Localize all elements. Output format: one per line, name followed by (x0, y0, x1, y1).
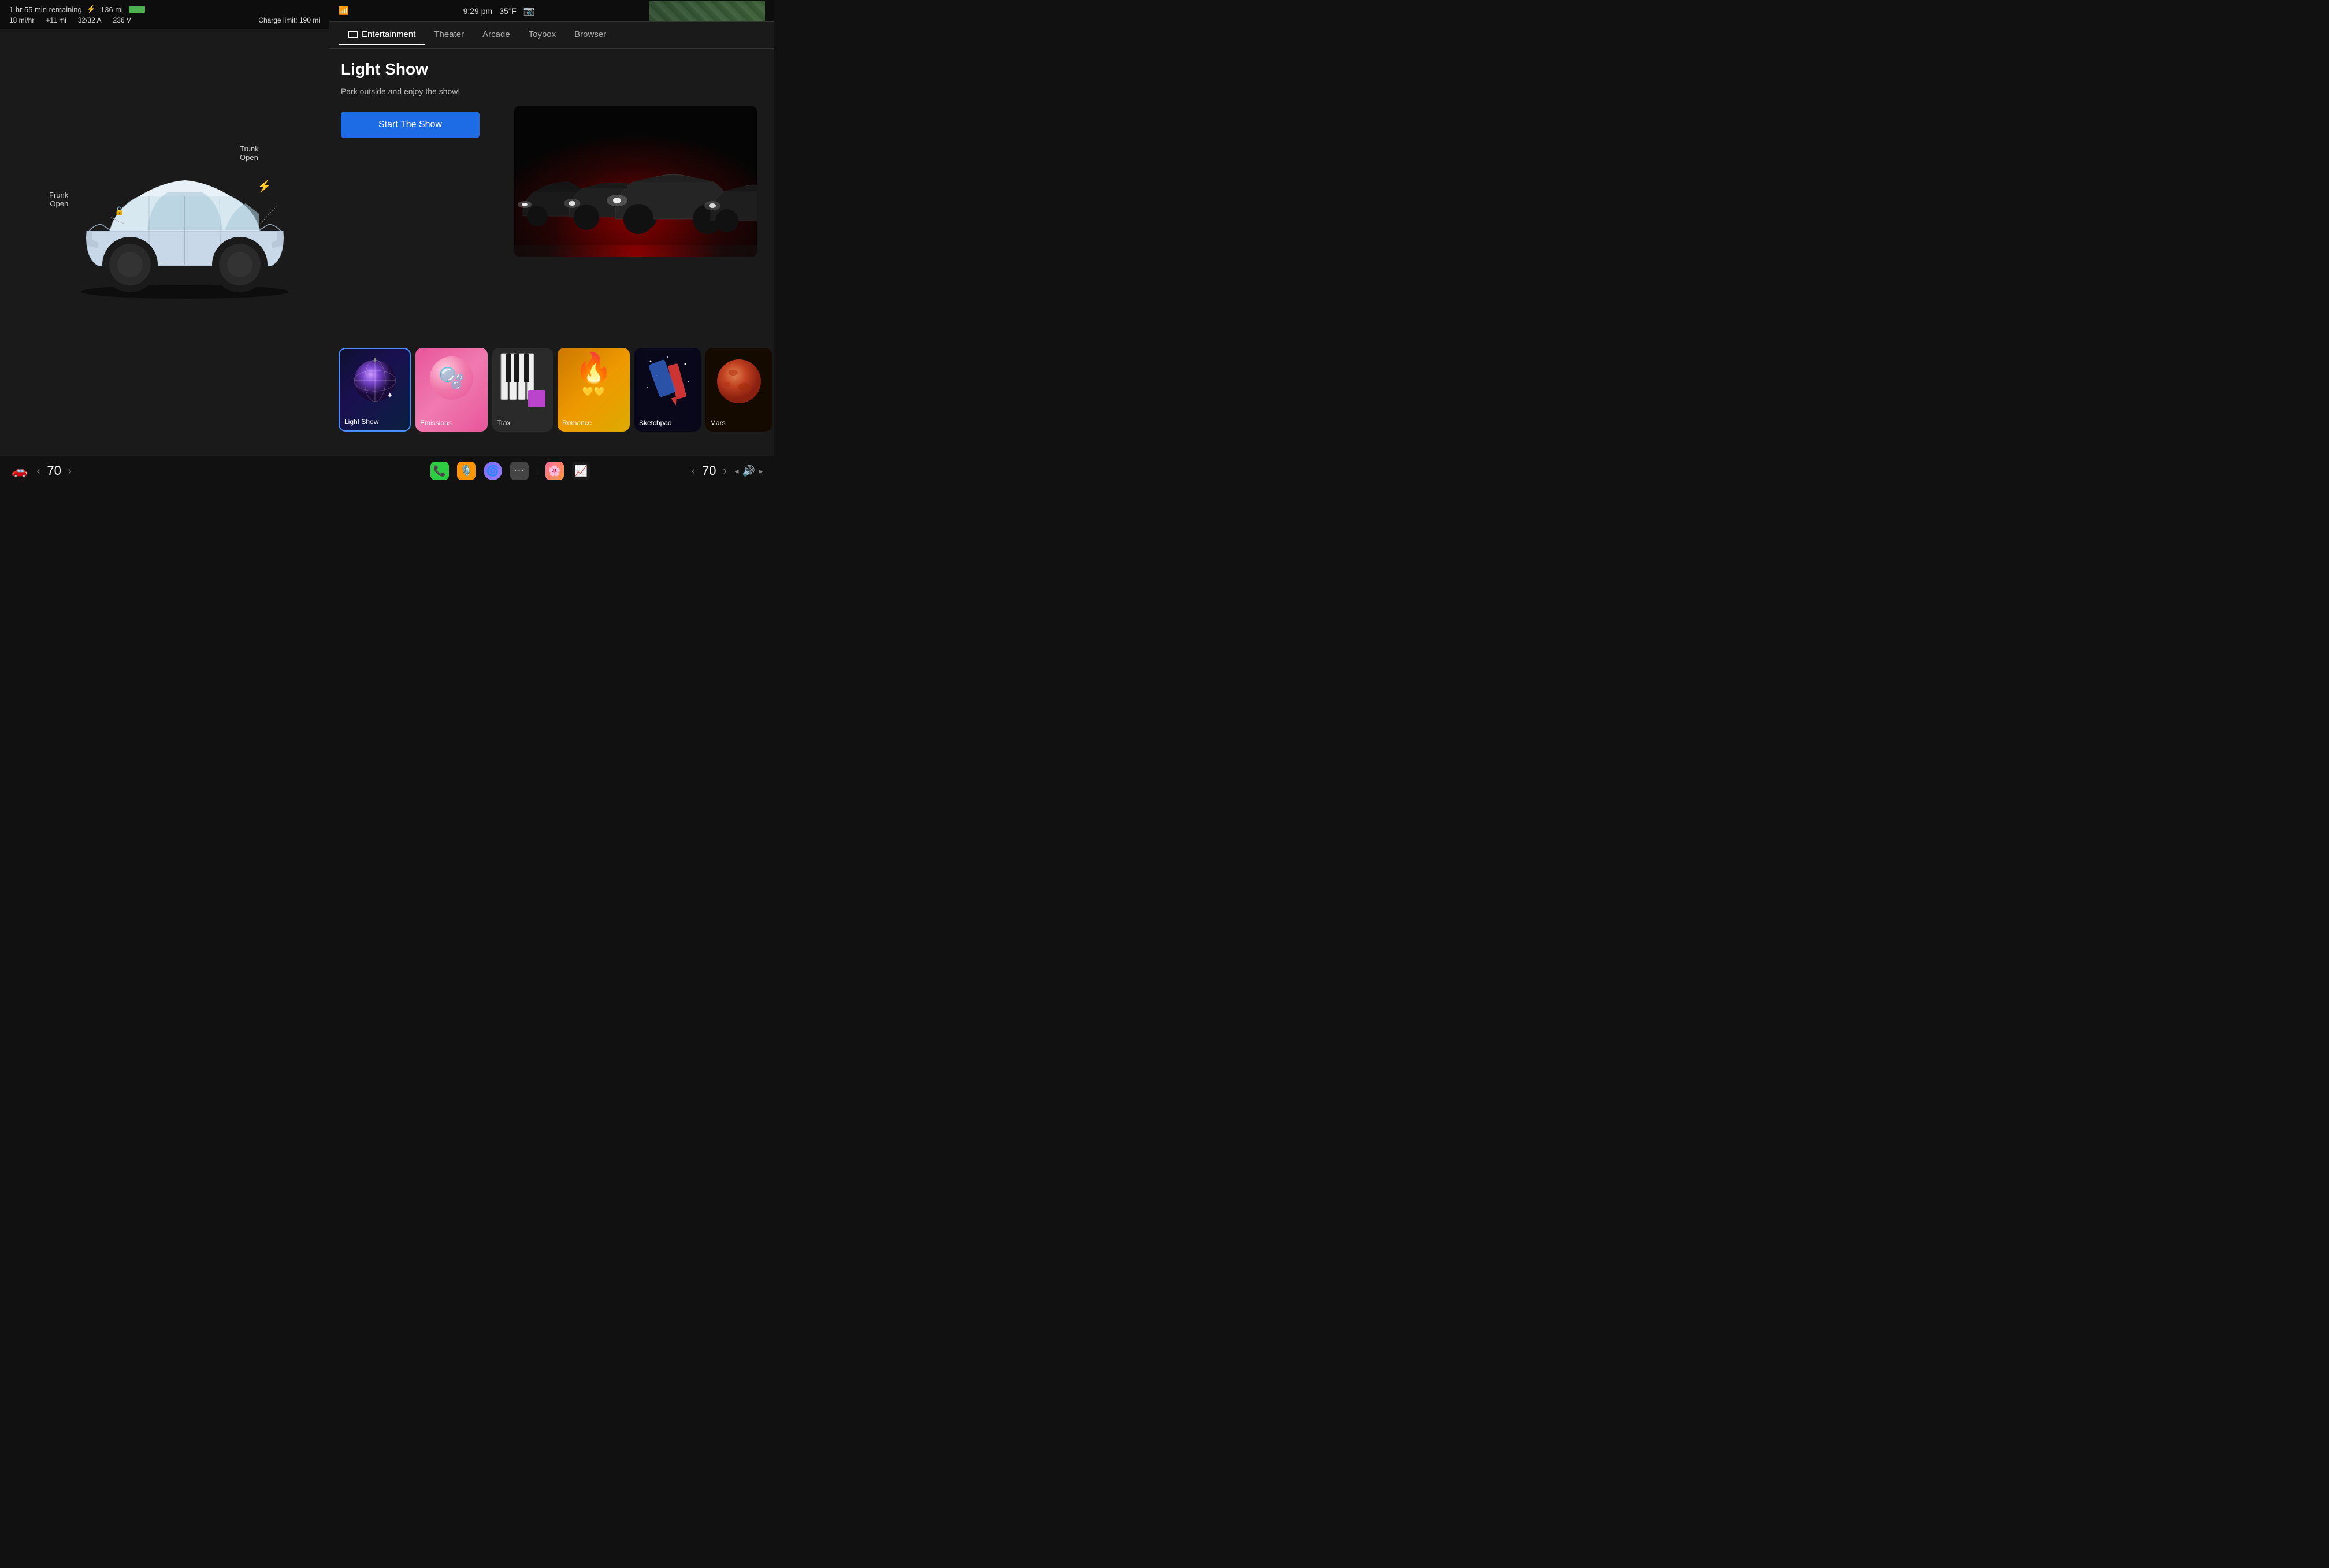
status-icons-left: 📶 (339, 6, 348, 16)
taskbar-center: 📞 🎙️ 🌀 ··· 🌸 📈 (329, 462, 692, 480)
volume-control: ◂ 🔊 ▸ (735, 465, 763, 477)
light-show-description: Park outside and enjoy the show! (341, 86, 485, 98)
app-grid: ✦ Light Show 🫧 Emissions (329, 343, 774, 436)
speed-left-arrow[interactable]: ‹ (36, 465, 40, 477)
charge-status: 1 hr 55 min remaining ⚡ 136 mi (9, 5, 320, 14)
nav-tabs: Entertainment Theater Arcade Toybox Brow… (329, 22, 774, 49)
content-right (497, 49, 774, 314)
tab-browser[interactable]: Browser (565, 25, 615, 45)
voltage-stat: 236 V (113, 16, 131, 24)
bottom-bar: 🚗 ‹ 70 › 📞 🎙️ 🌀 ··· 🌸 📈 ‹ 70 (0, 456, 774, 485)
signal-icon: 📶 (339, 6, 348, 16)
taskbar-podcasts[interactable]: 🎙️ (457, 462, 476, 480)
status-center: 9:29 pm 35°F 📷 (463, 5, 535, 17)
app-trax-label: Trax (497, 419, 511, 427)
tab-toybox[interactable]: Toybox (519, 25, 566, 45)
status-bar-left: 1 hr 55 min remaining ⚡ 136 mi 18 mi/hr … (0, 0, 329, 29)
status-time: 9:29 pm (463, 6, 493, 16)
emissions-blob: 🫧 (430, 356, 473, 400)
map-preview (649, 1, 765, 21)
phone-icon: 📞 (433, 465, 446, 477)
app-emissions-label: Emissions (420, 419, 452, 427)
emissions-visual: 🫧 (415, 348, 488, 400)
app-light-show[interactable]: ✦ Light Show (339, 348, 411, 432)
speed-right-arrow-right[interactable]: › (723, 465, 727, 477)
charge-lightning-icon: ⚡ (87, 5, 96, 14)
charge-time-remaining: 1 hr 55 min remaining (9, 5, 82, 14)
battery-bar (129, 6, 145, 13)
app-romance-label: Romance (562, 419, 592, 427)
speed-value-left: 70 (47, 463, 61, 478)
volume-icon: 🔊 (742, 465, 755, 477)
tab-theater[interactable]: Theater (425, 25, 473, 45)
mars-icon (713, 352, 765, 407)
speed-right-arrow[interactable]: › (68, 465, 72, 477)
tab-entertainment[interactable]: Entertainment (339, 25, 425, 45)
speed-stat: 18 mi/hr (9, 16, 34, 24)
range-value: 136 mi (101, 5, 123, 14)
app-emissions[interactable]: 🫧 Emissions (415, 348, 488, 432)
more-icon: ··· (514, 466, 525, 476)
taskbar-siri[interactable]: 🌀 (484, 462, 502, 480)
car-icon-small[interactable]: 🚗 (12, 463, 27, 478)
car-display: FrunkOpen TrunkOpen (17, 58, 306, 358)
tab-arcade[interactable]: Arcade (473, 25, 519, 45)
main-content: Light Show Park outside and enjoy the sh… (329, 49, 774, 314)
speed-control-left: ‹ 70 › (36, 463, 71, 478)
svg-text:🔓: 🔓 (114, 206, 124, 216)
content-left: Light Show Park outside and enjoy the sh… (329, 49, 497, 314)
light-show-icon: ✦ (346, 355, 404, 407)
svg-text:✦: ✦ (387, 391, 393, 400)
light-show-title: Light Show (341, 60, 485, 79)
status-temp: 35°F (499, 6, 517, 16)
taskbar-stocks[interactable]: 📈 (572, 462, 590, 480)
podcasts-icon: 🎙️ (460, 465, 473, 477)
app-sketchpad-label: Sketchpad (639, 419, 672, 427)
app-mars-label: Mars (710, 419, 726, 427)
delta-stat: +11 mi (46, 16, 66, 24)
hearts-icon: 💛💛 (558, 386, 630, 397)
left-panel: 1 hr 55 min remaining ⚡ 136 mi 18 mi/hr … (0, 0, 329, 462)
taskbar-more[interactable]: ··· (510, 462, 529, 480)
status-bar-right: 📶 9:29 pm 35°F 📷 (329, 0, 774, 22)
app-mars[interactable]: Mars (705, 348, 772, 432)
right-panel: 📶 9:29 pm 35°F 📷 Entertainment Theater A… (329, 0, 774, 462)
entertainment-icon (348, 31, 358, 38)
speed-control-right: ‹ 70 › (692, 463, 726, 478)
start-show-button[interactable]: Start The Show (341, 112, 480, 138)
sketchpad-icon (642, 352, 694, 407)
trax-icon (498, 351, 547, 411)
siri-icon: 🌀 (486, 465, 499, 477)
volume-up-icon[interactable]: ▸ (759, 466, 763, 476)
app-romance[interactable]: 🔥 💛💛 Romance (558, 348, 630, 432)
app-trax[interactable]: Trax (492, 348, 553, 432)
photos-icon: 🌸 (548, 465, 561, 477)
charge-limit-stat: Charge limit: 190 mi (258, 16, 320, 24)
car-stats: 18 mi/hr +11 mi 32/32 A 236 V Charge lim… (9, 16, 320, 24)
speed-left-arrow-right[interactable]: ‹ (692, 465, 695, 477)
app-light-show-label: Light Show (344, 418, 378, 426)
camera-icon: 📷 (523, 5, 535, 17)
cars-preview (514, 106, 757, 257)
stocks-icon: 📈 (575, 465, 588, 477)
app-sketchpad[interactable]: Sketchpad (634, 348, 701, 432)
bottom-bar-left: 🚗 ‹ 70 › (0, 463, 329, 478)
cars-preview-svg (514, 106, 757, 245)
taskbar-phone[interactable]: 📞 (430, 462, 449, 480)
right-controls: ‹ 70 › ◂ 🔊 ▸ (692, 463, 774, 478)
tesla-car-svg: ⚡ 🔓 (64, 133, 306, 306)
romance-visual: 🔥 💛💛 (558, 348, 630, 397)
volume-down-icon[interactable]: ◂ (735, 466, 739, 476)
current-stat: 32/32 A (78, 16, 102, 24)
charging-bolt-icon: ⚡ (257, 179, 272, 194)
speed-value-right: 70 (702, 463, 716, 478)
taskbar-photos[interactable]: 🌸 (545, 462, 564, 480)
campfire-icon: 🔥 (558, 354, 630, 384)
